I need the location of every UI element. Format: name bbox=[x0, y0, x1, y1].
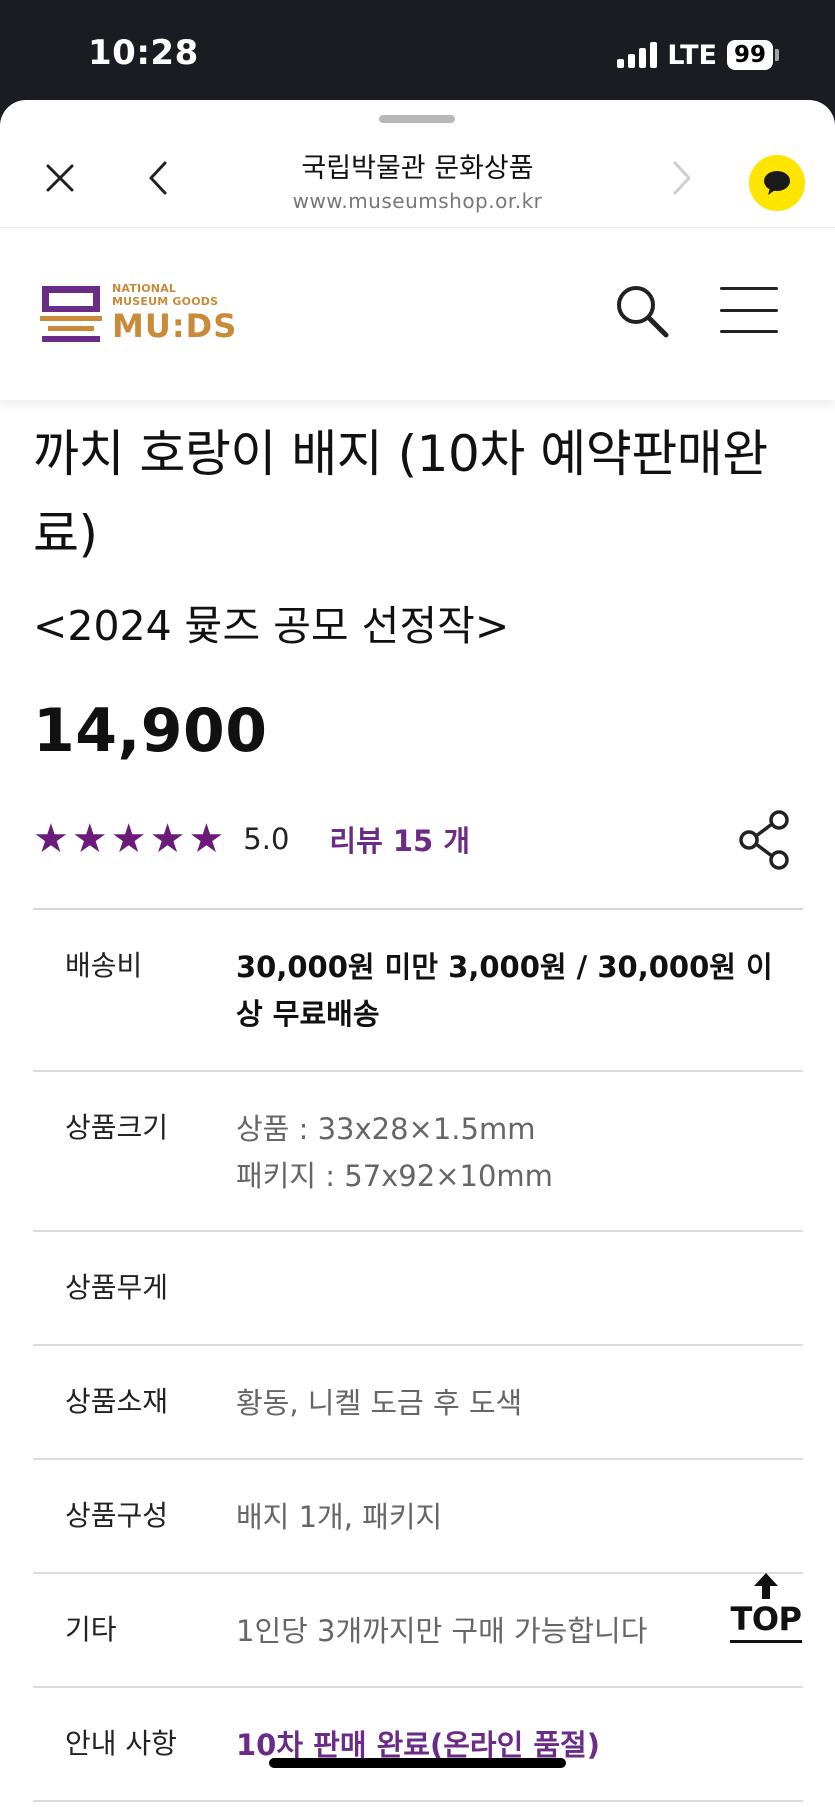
sheet-grabber[interactable] bbox=[379, 115, 455, 123]
site-header: NATIONAL MUSEUM GOODS MU:DS bbox=[0, 228, 835, 400]
chevron-right-icon bbox=[673, 161, 691, 195]
info-value-line: 패키지 : 57x92×10mm bbox=[236, 1159, 553, 1193]
info-label: 배송비 bbox=[65, 949, 143, 982]
logo-wordmark: MU:DS bbox=[112, 307, 238, 345]
info-row-material: 상품소재 황동, 니켈 도금 후 도색 bbox=[33, 1346, 803, 1460]
product-price: 14,900 bbox=[33, 696, 268, 766]
review-count-link[interactable]: 리뷰 15 개 bbox=[329, 818, 470, 860]
logo-small-line-1: NATIONAL bbox=[112, 282, 177, 295]
info-value: 상품 : 33x28×1.5mm 패키지 : 57x92×10mm bbox=[236, 1106, 803, 1230]
status-bar: 10:28 LTE 99 bbox=[0, 0, 835, 100]
info-label: 안내 사항 bbox=[65, 1727, 177, 1760]
info-row-components: 상품구성 배지 1개, 패키지 bbox=[33, 1460, 803, 1574]
network-type: LTE bbox=[667, 39, 717, 71]
star-icon: ★ bbox=[149, 816, 186, 862]
info-value bbox=[236, 1266, 803, 1344]
battery-level: 99 bbox=[726, 40, 773, 70]
logo-mark-icon bbox=[40, 286, 102, 342]
status-time: 10:28 bbox=[88, 33, 199, 73]
forward-button[interactable] bbox=[654, 150, 710, 206]
star-icon: ★ bbox=[33, 816, 69, 862]
info-row-weight: 상품무게 bbox=[33, 1232, 803, 1346]
search-icon bbox=[617, 286, 669, 338]
info-value: 30,000원 미만 3,000원 / 30,000원 이상 무료배송 bbox=[236, 950, 773, 1031]
rating-score: 5.0 bbox=[243, 822, 290, 856]
hamburger-menu-icon bbox=[720, 287, 778, 290]
info-label: 상품크기 bbox=[65, 1111, 169, 1144]
star-icon: ★ bbox=[110, 816, 147, 862]
mu-ds-logo[interactable]: NATIONAL MUSEUM GOODS MU:DS bbox=[40, 282, 237, 344]
hamburger-menu-button[interactable] bbox=[720, 283, 778, 337]
info-row-notice: 안내 사항 10차 판매 완료(온라인 품절) bbox=[33, 1688, 803, 1802]
info-row-size: 상품크기 상품 : 33x28×1.5mm 패키지 : 57x92×10mm bbox=[33, 1072, 803, 1232]
rating-row: ★ ★ ★ ★ ★ 5.0 리뷰 15 개 bbox=[33, 818, 470, 860]
kakao-chat-icon bbox=[764, 171, 790, 195]
signal-icon bbox=[617, 42, 658, 68]
share-button[interactable] bbox=[735, 808, 795, 872]
battery-icon: 99 bbox=[726, 40, 779, 70]
info-value-line: 상품 : 33x28×1.5mm bbox=[236, 1112, 536, 1146]
product-subtitle: <2024 뮻즈 공모 선정작> bbox=[33, 602, 510, 650]
browser-sheet: 국립박물관 문화상품 www.museumshop.or.kr NATIONAL… bbox=[0, 100, 835, 1807]
logo-text: NATIONAL MUSEUM GOODS MU:DS bbox=[112, 282, 237, 344]
scroll-to-top-button[interactable]: TOP bbox=[730, 1572, 802, 1656]
star-icon: ★ bbox=[71, 816, 108, 862]
top-label: TOP bbox=[730, 1600, 802, 1638]
home-indicator[interactable] bbox=[269, 1758, 566, 1768]
search-button[interactable] bbox=[612, 281, 672, 341]
info-row-shipping: 배송비 30,000원 미만 3,000원 / 30,000원 이상 무료배송 bbox=[33, 910, 803, 1072]
info-row-etc: 기타 1인당 3개까지만 구매 가능합니다 bbox=[33, 1574, 803, 1688]
info-value: 1인당 3개까지만 구매 가능합니다 bbox=[236, 1614, 648, 1648]
info-label: 상품소재 bbox=[65, 1385, 169, 1418]
product-info-table: 배송비 30,000원 미만 3,000원 / 30,000원 이상 무료배송 … bbox=[33, 908, 803, 1802]
info-label: 기타 bbox=[65, 1613, 117, 1646]
info-value: 배지 1개, 패키지 bbox=[236, 1500, 443, 1534]
kakao-chat-button[interactable] bbox=[749, 155, 805, 211]
info-label: 상품무게 bbox=[65, 1271, 169, 1304]
info-label: 상품구성 bbox=[65, 1499, 169, 1532]
arrow-up-icon bbox=[754, 1573, 778, 1599]
star-icon: ★ bbox=[188, 816, 225, 862]
share-icon bbox=[739, 810, 789, 870]
info-value: 황동, 니켈 도금 후 도색 bbox=[236, 1386, 523, 1420]
status-indicators: LTE 99 bbox=[617, 38, 779, 72]
browser-nav-bar: 국립박물관 문화상품 www.museumshop.or.kr bbox=[0, 128, 835, 228]
product-title: 까치 호랑이 배지 (10차 예약판매완료) bbox=[33, 425, 768, 563]
